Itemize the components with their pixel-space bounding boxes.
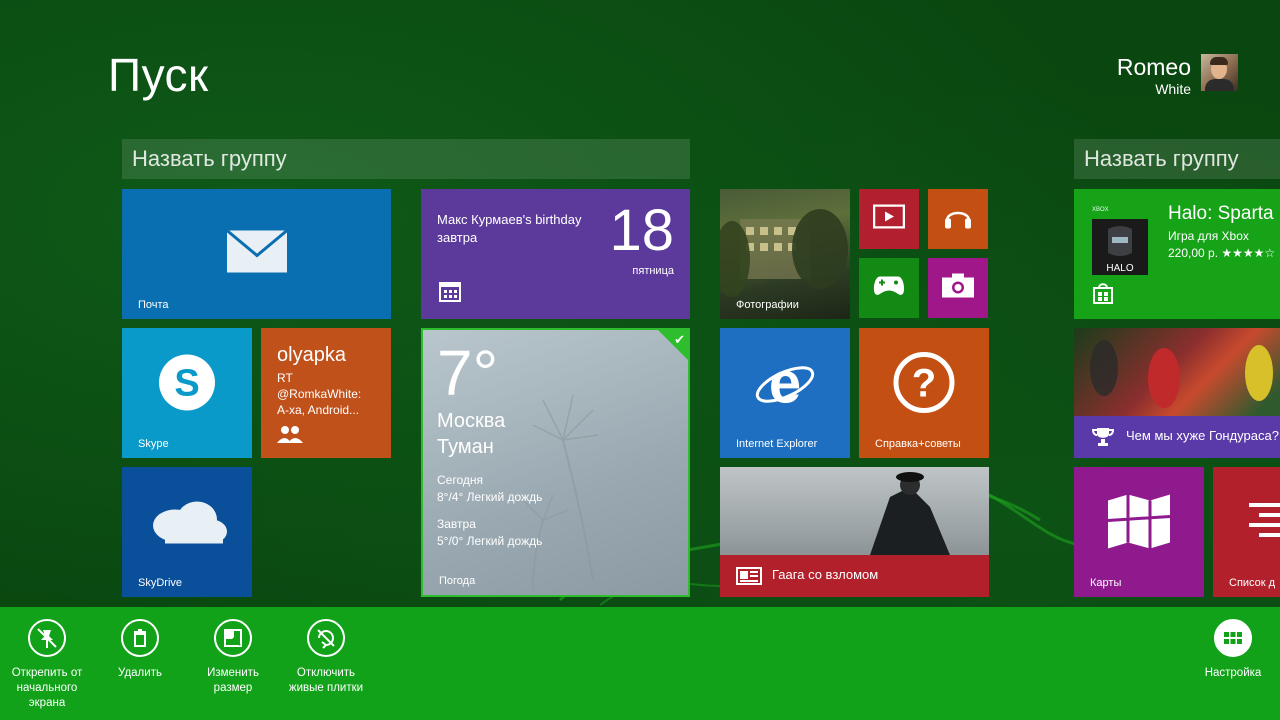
avatar[interactable] [1201,54,1238,91]
sport-headline: Чем мы хуже Гондураса? [1126,428,1279,443]
trash-icon [121,619,159,657]
weather-tomorrow: Завтра 5°/0° Легкий дождь [437,517,543,548]
svg-text:?: ? [912,362,936,406]
tile-help-tips[interactable]: ? Справка+советы [859,328,989,458]
people-message: RT @RomkaWhite: A-xa, Android... [277,371,362,417]
calendar-event: Макс Курмаев's birthday завтра [437,212,582,245]
tile-internet-explorer[interactable]: e Internet Explorer [720,328,850,458]
xbox-badge: XBOX [1092,207,1109,213]
skype-icon: S [155,351,219,420]
game-title: Halo: Sparta [1168,203,1274,224]
camera-icon [941,273,975,304]
question-mark-icon: ? [892,351,956,420]
checkmark-icon: ✔ [674,332,685,347]
user-first-name: Romeo [1116,54,1191,80]
tile-label: SkyDrive [138,577,183,589]
news-icon [736,567,762,590]
gamepad-icon [872,275,906,302]
tile-calendar[interactable]: Макс Курмаев's birthday завтра 18 пятниц… [421,189,690,319]
resize-icon [214,619,252,657]
group-name-field-2[interactable]: Назвать группу [1074,139,1280,179]
tile-camera[interactable] [928,258,988,318]
video-icon [872,204,906,234]
game-subtitle: Игра для Xbox [1168,229,1249,243]
people-contact-name: olyapka [277,344,346,366]
internet-explorer-icon: e [753,351,817,416]
tile-games[interactable] [859,258,919,318]
live-tile-off-icon [307,619,345,657]
turn-off-live-tile-button[interactable]: Отключить живые плитки [281,619,371,696]
map-icon [1106,493,1172,556]
tile-label: Погода [439,575,476,587]
tile-skype[interactable]: S Skype [122,328,252,458]
uninstall-button[interactable]: Удалить [95,619,185,681]
unpin-icon [28,619,66,657]
tile-label: Internet Explorer [736,438,818,450]
calendar-day-number: 18 [609,198,674,263]
tile-people[interactable]: olyapka RT @RomkaWhite: A-xa, Android... [261,328,391,458]
people-icon [277,425,303,448]
svg-text:S: S [174,363,199,405]
page-title: Пуск [108,49,209,101]
tile-label: Почта [138,299,169,311]
store-bag-icon [1092,282,1114,309]
tile-label: Список д [1229,577,1276,589]
tile-skydrive[interactable]: SkyDrive [122,467,252,597]
news-headline: Гаага со взломом [772,567,879,582]
tile-news-video[interactable]: Гаага со взломом [720,467,989,597]
calendar-icon [439,282,461,307]
tile-label: Фотографии [736,299,799,311]
weather-today: Сегодня 8°/4° Легкий дождь [437,473,543,504]
news-caption-bar: Гаага со взломом [720,555,989,597]
weather-temperature: 7° [437,337,499,409]
customize-button[interactable]: Настройка [1188,619,1278,681]
tile-mail[interactable]: Почта [122,189,391,319]
tile-halo-game[interactable]: XBOX HALO Halo: Sparta Игра для Xbox 220… [1074,189,1280,319]
tile-label: Карты [1090,577,1122,589]
svg-text:HALO: HALO [1106,263,1133,274]
tile-music[interactable] [928,189,988,249]
tile-weather-selected[interactable]: 7° Москва Туман Сегодня 8°/4° Легкий дож… [421,328,690,597]
game-price-rating: 220,00 р. ★★★★☆ [1168,246,1276,260]
grid-icon [1214,619,1252,657]
app-bar: Открепить от начального экрана Удалить И… [0,607,1280,720]
mail-icon [225,229,288,279]
resize-button[interactable]: Изменить размер [188,619,278,696]
weather-location: Москва Туман [437,410,506,458]
calendar-weekday: пятница [632,265,674,277]
user-last-name: White [1155,81,1191,97]
tile-video[interactable] [859,189,919,249]
tile-maps[interactable]: Карты [1074,467,1204,597]
group-name-field-1[interactable]: Назвать группу [122,139,690,179]
halo-cover-image: HALO [1092,219,1148,275]
tile-sport[interactable]: Чем мы хуже Гондураса? [1074,328,1280,458]
headphones-icon [943,203,973,236]
tile-photos[interactable]: Фотографии [720,189,850,319]
user-account[interactable]: Romeo White [1117,54,1238,98]
tile-reading-list[interactable]: Список д [1213,467,1280,597]
unpin-button[interactable]: Открепить от начального экрана [2,619,92,711]
tile-label: Справка+советы [875,438,961,450]
list-icon [1249,501,1280,546]
sport-caption-bar: Чем мы хуже Гондураса? [1074,416,1280,458]
cloud-icon [145,498,229,551]
trophy-icon [1091,426,1115,453]
tile-label: Skype [138,438,169,450]
